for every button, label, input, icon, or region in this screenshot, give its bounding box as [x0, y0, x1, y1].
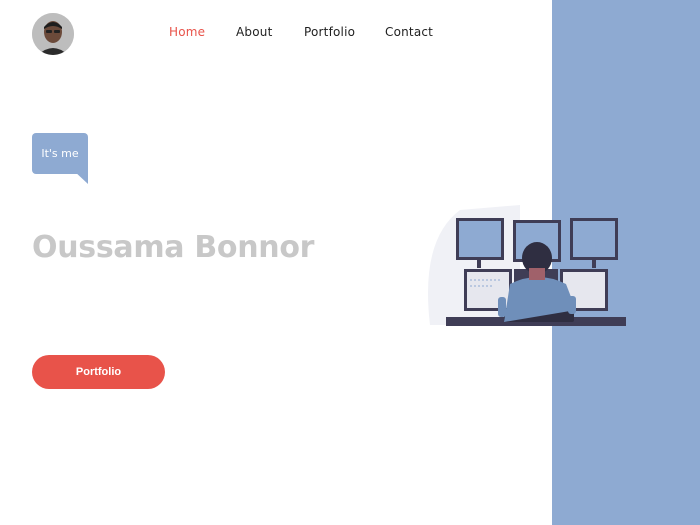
speech-bubble: It's me — [32, 133, 88, 174]
portfolio-button[interactable]: Portfolio — [32, 355, 165, 389]
nav-portfolio[interactable]: Portfolio — [304, 25, 355, 39]
avatar-image — [32, 13, 74, 55]
nav-about[interactable]: About — [236, 25, 272, 39]
developer-monitors-illustration — [428, 205, 626, 326]
nav-home[interactable]: Home — [169, 25, 205, 39]
nav-contact[interactable]: Contact — [385, 25, 433, 39]
page: Home About Portfolio Contact It's me Ous… — [0, 0, 700, 525]
hero-name: Oussama Bonnor — [32, 230, 315, 265]
avatar[interactable] — [32, 13, 74, 55]
speech-bubble-tail — [73, 170, 88, 184]
